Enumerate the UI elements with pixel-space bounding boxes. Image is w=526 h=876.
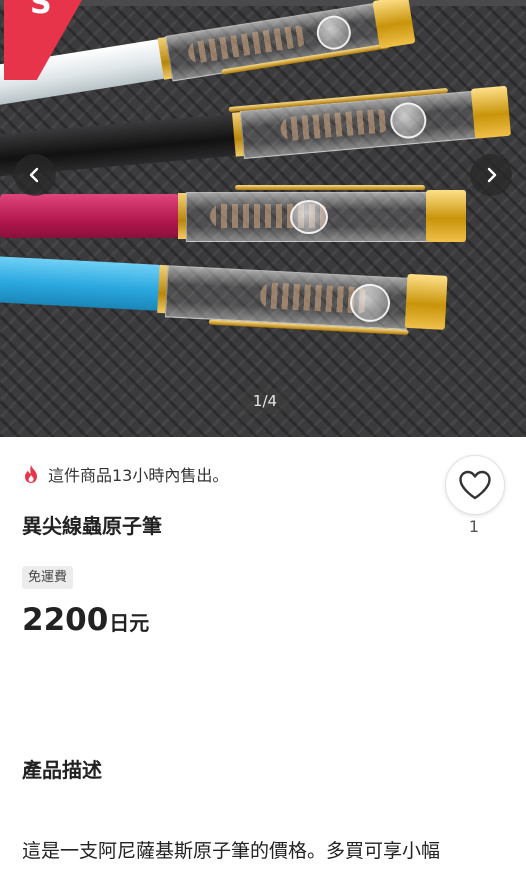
product-image-gallery[interactable]: S 1/4 [0,0,526,437]
sold-notice-text: 這件商品13小時內售出。 [48,466,229,485]
price-unit: 日元 [109,611,150,635]
flame-icon [25,465,37,483]
free-shipping-badge: 免運費 [22,566,74,589]
sold-mark: S [30,0,52,21]
gallery-prev-button[interactable] [14,154,56,196]
like-button[interactable] [445,455,505,515]
sold-notice: 這件商品13小時內售出。 [22,462,228,486]
item-price: 2200 日元 [22,602,149,638]
description-heading: 產品描述 [22,758,102,782]
item-title: 異尖線蟲原子筆 [22,514,162,538]
price-number: 2200 [22,602,109,638]
chevron-right-icon [487,167,497,183]
gallery-next-button[interactable] [470,154,512,196]
page-indicator: 1/4 [240,388,290,414]
like-count: 1 [468,517,480,536]
description-text: 這是一支阿尼薩基斯原子筆的價格。多買可享小幅 [22,840,441,862]
chevron-left-icon [29,167,39,183]
pen-blue [0,248,472,363]
pen-pink [0,182,480,252]
heart-icon [459,470,491,500]
